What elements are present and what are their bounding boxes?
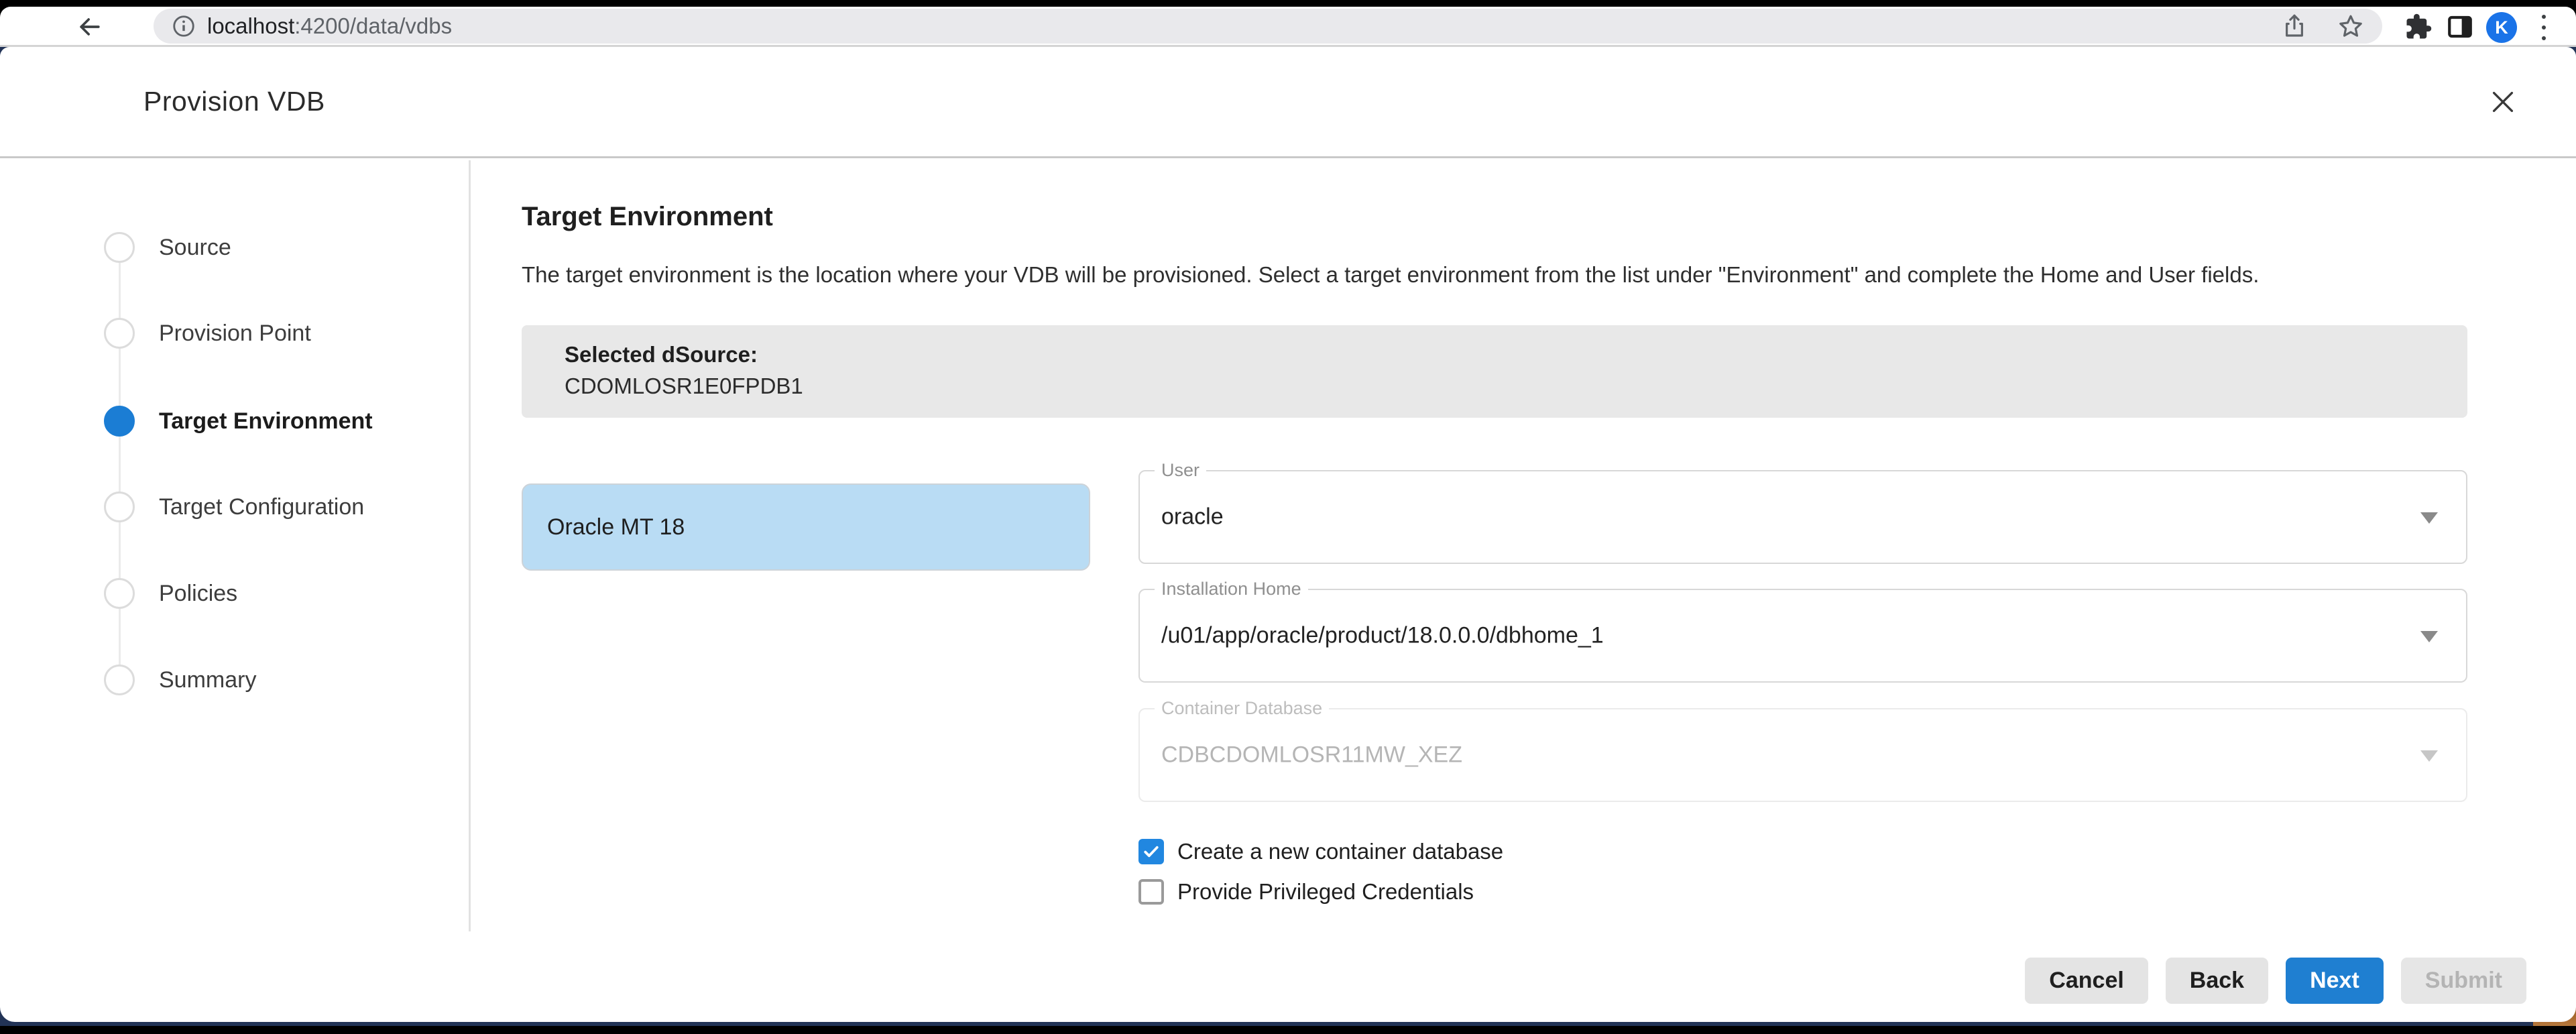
step-source[interactable]: Source xyxy=(104,232,231,263)
bookmark-star-icon[interactable] xyxy=(2337,12,2365,40)
modal-body: Source Provision Point Target Environmen… xyxy=(0,160,2576,1022)
dropdown-arrow-icon xyxy=(2420,750,2438,762)
selected-dsource-label: Selected dSource: xyxy=(565,342,2467,367)
step-provision-point[interactable]: Provision Point xyxy=(104,318,311,349)
container-database-field-value: CDBCDOMLOSR11MW_XEZ xyxy=(1161,742,1462,768)
modal-header: Provision VDB xyxy=(0,47,2576,158)
page-description: The target environment is the location w… xyxy=(522,262,2467,288)
selected-dsource-value: CDOMLOSR1E0FPDB1 xyxy=(565,374,2467,399)
site-info-icon[interactable] xyxy=(171,13,196,39)
step-label: Policies xyxy=(159,581,237,607)
page-title: Target Environment xyxy=(522,202,773,232)
browser-menu-icon[interactable] xyxy=(2538,15,2549,40)
selected-dsource-panel: Selected dSource: CDOMLOSR1E0FPDB1 xyxy=(522,325,2467,418)
user-field-label: User xyxy=(1155,460,1206,481)
step-circle xyxy=(104,492,135,522)
environment-name: Oracle MT 18 xyxy=(547,514,685,540)
modal-footer: Cancel Back Next Submit xyxy=(2025,958,2526,1004)
profile-avatar[interactable]: K xyxy=(2486,12,2517,43)
share-icon[interactable] xyxy=(2280,12,2308,40)
dropdown-arrow-icon xyxy=(2420,631,2438,642)
address-bar[interactable]: localhost:4200/data/vdbs xyxy=(154,9,2382,44)
cancel-button[interactable]: Cancel xyxy=(2025,958,2148,1004)
installation-home-field-value: /u01/app/oracle/product/18.0.0.0/dbhome_… xyxy=(1161,623,1604,649)
container-database-select-field[interactable]: Container Database CDBCDOMLOSR11MW_XEZ xyxy=(1138,708,2467,802)
dropdown-arrow-icon xyxy=(2420,512,2438,524)
checkbox-label: Provide Privileged Credentials xyxy=(1177,879,1474,905)
step-circle-active xyxy=(104,406,135,437)
side-panel-icon[interactable] xyxy=(2446,13,2474,41)
next-button[interactable]: Next xyxy=(2286,958,2384,1004)
step-label: Target Environment xyxy=(159,408,373,435)
environment-list-item-selected[interactable]: Oracle MT 18 xyxy=(522,483,1090,571)
provision-vdb-modal: Provision VDB Source Provision Point Tar… xyxy=(0,47,2576,1022)
step-label: Summary xyxy=(159,667,256,693)
step-label: Target Configuration xyxy=(159,494,364,520)
step-summary[interactable]: Summary xyxy=(104,665,256,695)
user-select-field[interactable]: User oracle xyxy=(1138,470,2467,564)
step-label: Source xyxy=(159,235,231,261)
create-container-db-checkbox-row[interactable]: Create a new container database xyxy=(1138,836,1503,867)
step-target-configuration[interactable]: Target Configuration xyxy=(104,492,364,522)
container-database-field-label: Container Database xyxy=(1155,698,1329,719)
close-icon[interactable] xyxy=(2487,87,2518,117)
extensions-puzzle-icon[interactable] xyxy=(2404,13,2433,41)
step-label: Provision Point xyxy=(159,321,311,347)
step-circle xyxy=(104,232,135,263)
privileged-credentials-checkbox-row[interactable]: Provide Privileged Credentials xyxy=(1138,876,1474,907)
step-policies[interactable]: Policies xyxy=(104,578,237,609)
step-circle xyxy=(104,578,135,609)
url-text[interactable]: localhost:4200/data/vdbs xyxy=(207,13,2252,39)
browser-toolbar: localhost:4200/data/vdbs K xyxy=(0,7,2576,47)
url-host: localhost xyxy=(207,13,294,38)
checkbox-label: Create a new container database xyxy=(1177,839,1503,864)
checkbox-unchecked-icon[interactable] xyxy=(1138,879,1164,905)
step-circle xyxy=(104,318,135,349)
step-circle xyxy=(104,665,135,695)
back-button[interactable]: Back xyxy=(2166,958,2268,1004)
step-target-environment[interactable]: Target Environment xyxy=(104,406,373,437)
back-icon[interactable] xyxy=(75,12,105,42)
installation-home-select-field[interactable]: Installation Home /u01/app/oracle/produc… xyxy=(1138,589,2467,683)
url-path: :4200/data/vdbs xyxy=(294,13,452,38)
user-field-value: oracle xyxy=(1161,504,1224,530)
stepper-content-divider xyxy=(469,160,471,931)
submit-button[interactable]: Submit xyxy=(2401,958,2526,1004)
stepper-connector-line xyxy=(119,247,121,680)
checkbox-checked-icon[interactable] xyxy=(1138,839,1164,864)
installation-home-field-label: Installation Home xyxy=(1155,579,1308,599)
modal-title: Provision VDB xyxy=(143,86,325,117)
